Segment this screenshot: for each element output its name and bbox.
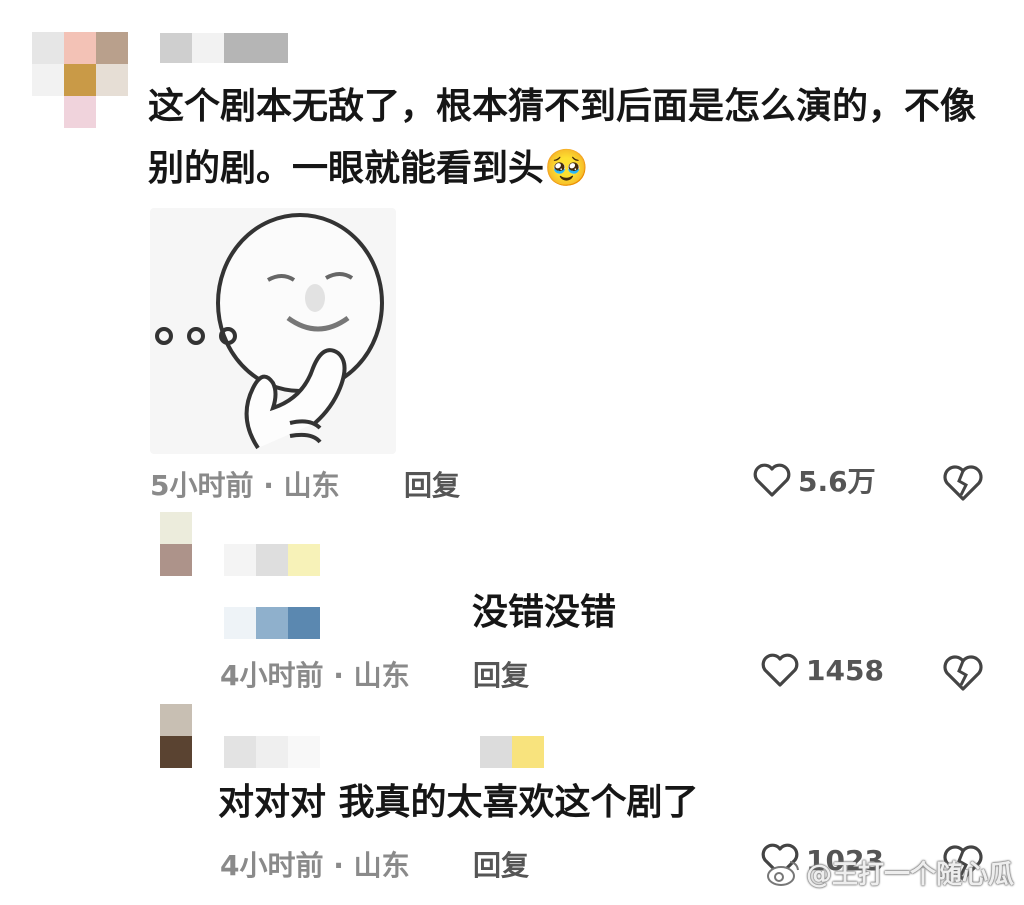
comment-time-location: 5小时前 · 山东	[150, 469, 340, 502]
comment-text: 这个剧本无敌了，根本猜不到后面是怎么演的，不像别的剧。一眼就能看到头🥹	[148, 86, 977, 189]
crying-face-emoji: 🥹	[544, 148, 589, 189]
meme-sticker[interactable]	[150, 208, 396, 454]
comment-time-location: 4小时前 · 山东	[220, 659, 410, 692]
heart-outline-icon	[753, 463, 791, 497]
reply-target-blurred[interactable]	[224, 607, 320, 639]
username-blurred[interactable]	[224, 736, 320, 768]
like-button[interactable]: 1458	[760, 650, 884, 690]
watermark: @王打一个随心瓜	[766, 854, 1014, 891]
reply-button[interactable]: 回复	[404, 464, 460, 504]
broken-heart-icon[interactable]	[942, 652, 984, 694]
comment-text: 对对对 我真的太喜欢这个剧了	[218, 782, 699, 823]
like-count: 5.6万	[798, 465, 876, 498]
avatar[interactable]	[32, 32, 128, 128]
reply-target-blurred[interactable]	[480, 736, 544, 768]
reply-button[interactable]: 回复	[473, 654, 529, 694]
heart-outline-icon	[761, 653, 799, 687]
avatar[interactable]	[160, 704, 192, 768]
thinking-face-sticker	[155, 213, 384, 450]
reply-button[interactable]: 回复	[473, 844, 529, 884]
username-blurred[interactable]	[160, 33, 288, 63]
username-blurred[interactable]	[224, 544, 320, 576]
comment-time-location: 4小时前 · 山东	[220, 849, 410, 882]
watermark-text: @王打一个随心瓜	[805, 860, 1014, 890]
like-button[interactable]: 5.6万	[752, 460, 876, 500]
like-count: 1458	[806, 653, 884, 687]
weibo-logo-icon	[766, 860, 799, 886]
avatar[interactable]	[160, 512, 192, 576]
broken-heart-icon[interactable]	[942, 462, 984, 504]
comment-text: 没错没错	[472, 592, 617, 633]
